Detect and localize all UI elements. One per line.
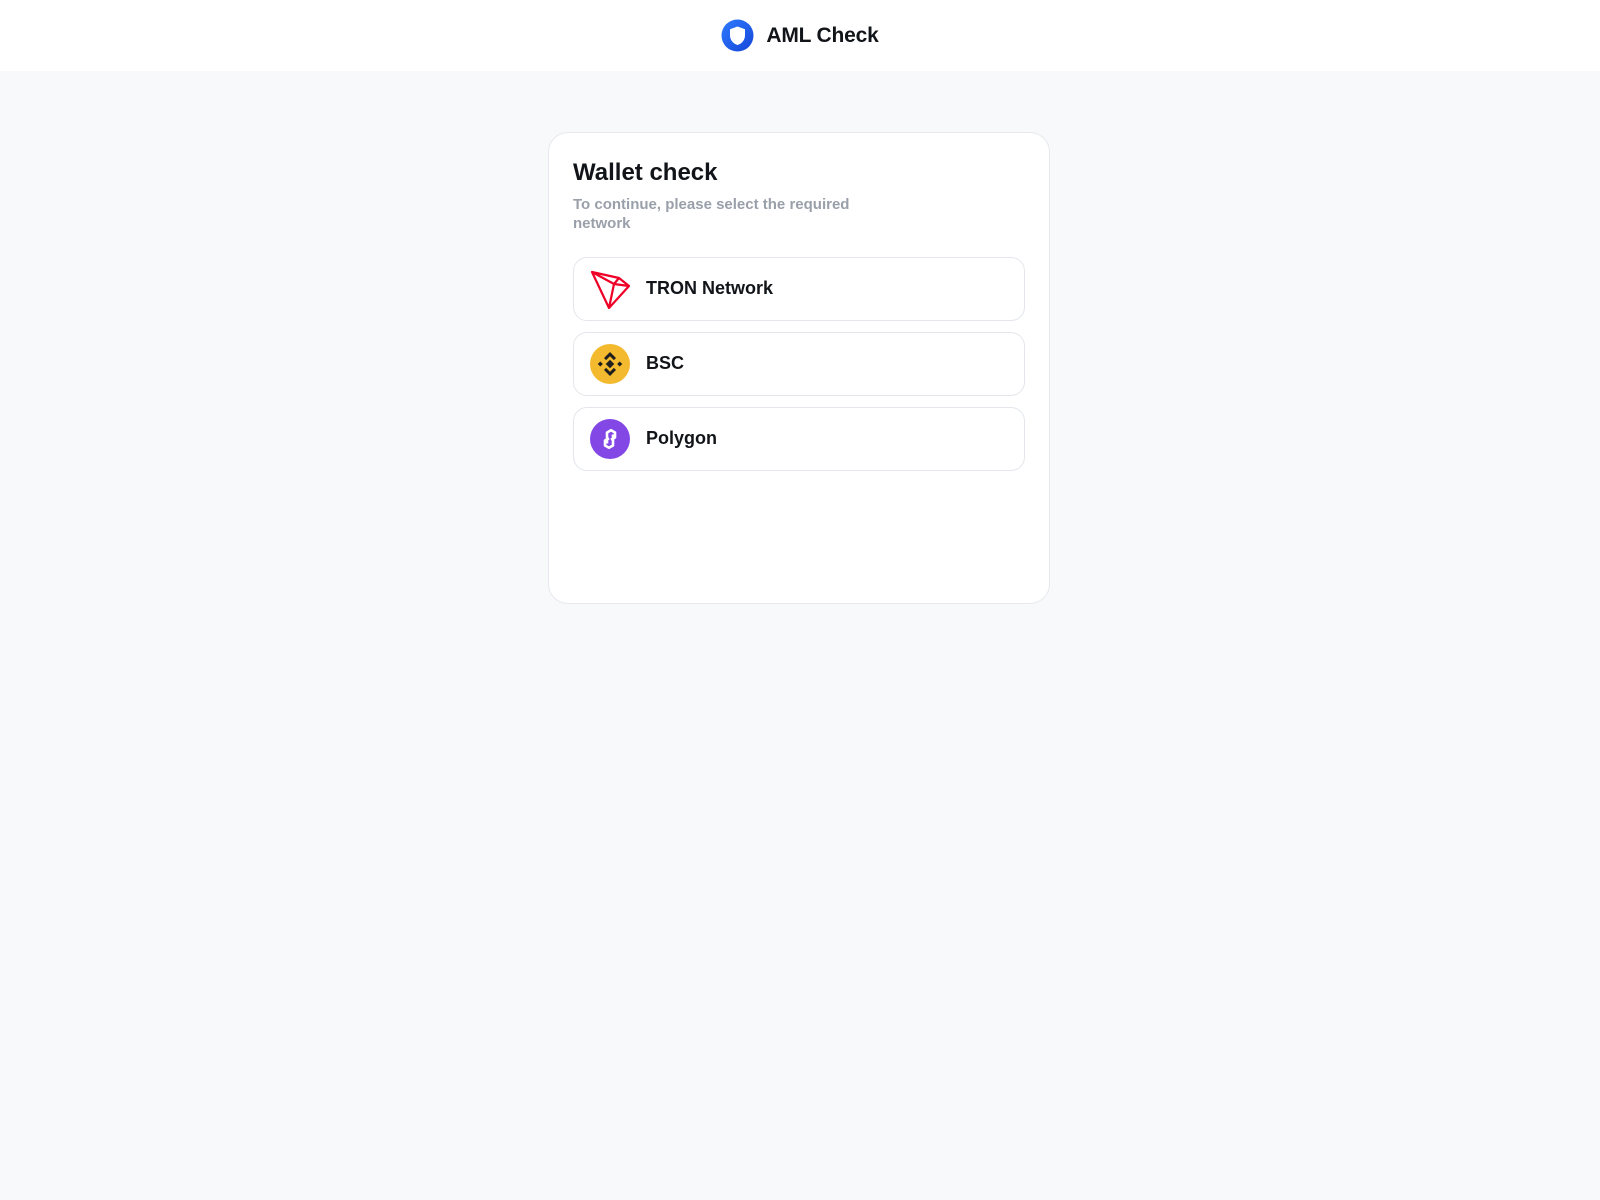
- tron-icon: [590, 269, 630, 309]
- shield-icon: [721, 19, 754, 52]
- brand[interactable]: AML Check: [721, 19, 879, 52]
- network-label: TRON Network: [646, 278, 774, 299]
- network-option-bsc[interactable]: BSC: [573, 331, 1025, 396]
- polygon-icon: [590, 418, 630, 459]
- wallet-check-card: Wallet check To continue, please select …: [548, 132, 1050, 604]
- network-label: Polygon: [646, 428, 717, 449]
- top-bar: AML Check: [0, 0, 1600, 71]
- card-subtitle: To continue, please select the required …: [573, 195, 850, 232]
- network-option-tron[interactable]: TRON Network: [573, 256, 1025, 321]
- bnb-icon: [590, 343, 630, 384]
- network-list: TRON Network BSC Polygon: [573, 256, 1025, 471]
- brand-name: AML Check: [766, 23, 879, 47]
- network-option-polygon[interactable]: Polygon: [573, 406, 1025, 471]
- network-label: BSC: [646, 353, 685, 374]
- card-title: Wallet check: [573, 159, 718, 186]
